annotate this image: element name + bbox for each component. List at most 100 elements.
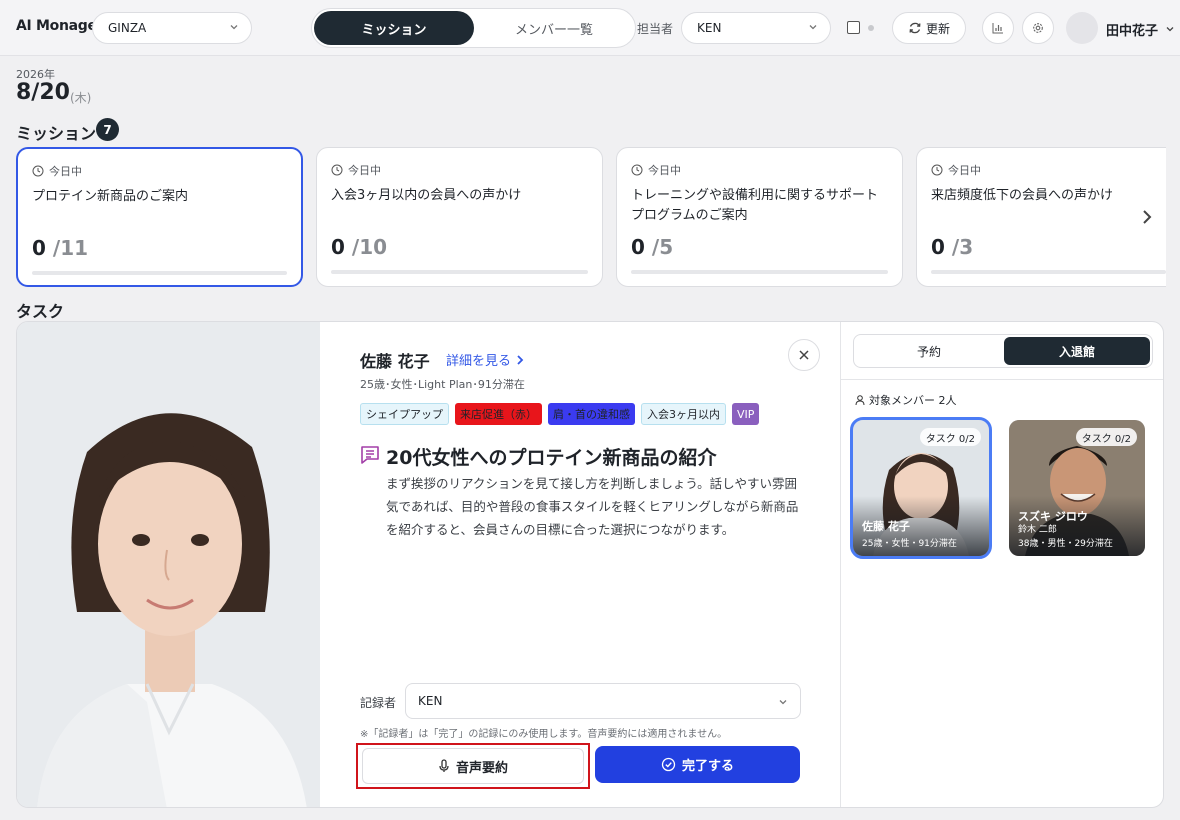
- complete-label: 完了する: [681, 759, 734, 774]
- refresh-label: 更新: [925, 21, 950, 36]
- bar-chart-icon: [992, 23, 1003, 34]
- mission-status-label: 今日中: [648, 164, 681, 177]
- mission-done-count: 0: [331, 235, 345, 259]
- mission-done-count: 0: [631, 235, 645, 259]
- mission-progress-bar: [931, 270, 1166, 274]
- divider: [841, 379, 1163, 380]
- mission-progress: 0 /3: [931, 235, 973, 259]
- task-heading: タスク: [16, 302, 65, 321]
- mission-card[interactable]: 今日中 入会3ヶ月以内の会員への声かけ 0 /10: [316, 147, 603, 287]
- mission-status-label: 今日中: [948, 164, 981, 177]
- member-portrait-image: [17, 322, 320, 807]
- mission-card[interactable]: 今日中 トレーニングや設備利用に関するサポートプログラムのご案内 0 /5: [616, 147, 903, 287]
- view-switcher: ミッション メンバー一覧: [311, 8, 636, 48]
- status-dot: [868, 25, 874, 31]
- mission-status: 今日中: [931, 162, 981, 178]
- tag-visit-promotion: 来店促進（赤）: [455, 403, 542, 425]
- assignee-select[interactable]: KEN: [681, 12, 831, 44]
- mission-total-count: /11: [52, 236, 89, 260]
- member-card-selected[interactable]: タスク 0/2 佐藤 花子 25歳・女性・91分滞在: [850, 417, 992, 559]
- member-card-name: 佐藤 花子: [862, 520, 910, 533]
- tab-reservation[interactable]: 予約: [856, 337, 1002, 365]
- chevron-right-icon[interactable]: [1140, 208, 1154, 226]
- target-members-text: 対象メンバー 2人: [869, 394, 957, 407]
- mission-status-label: 今日中: [49, 165, 82, 178]
- target-members-label: 対象メンバー 2人: [855, 392, 957, 408]
- microphone-icon: [439, 759, 449, 772]
- mission-status-label: 今日中: [348, 164, 381, 177]
- assignee-label: 担当者: [637, 22, 674, 36]
- refresh-icon: [909, 22, 921, 34]
- tag-new-member: 入会3ヶ月以内: [641, 403, 726, 425]
- mission-card[interactable]: 今日中 プロテイン新商品のご案内 0 /11: [16, 147, 303, 287]
- mission-card[interactable]: 今日中 来店頻度低下の会員への声かけ 0 /3: [916, 147, 1166, 287]
- mission-progress-bar: [631, 270, 888, 274]
- tab-missions[interactable]: ミッション: [314, 11, 474, 45]
- clock-icon: [931, 164, 943, 176]
- tag-shoulder-neck: 肩・首の違和感: [548, 403, 635, 425]
- top-bar: AI Monager GINZA ミッション メンバー一覧 担当者 KEN 更新: [0, 0, 1180, 56]
- mission-status: 今日中: [32, 163, 82, 179]
- close-button[interactable]: [788, 339, 820, 371]
- mission-progress: 0 /10: [331, 235, 387, 259]
- mission-progress: 0 /5: [631, 235, 673, 259]
- refresh-button[interactable]: 更新: [892, 12, 966, 44]
- recorder-note: ※「記録者」は「完了」の記録にのみ使用します。音声要約には適用されません。: [360, 729, 728, 740]
- member-card-meta: 38歳・男性・29分滞在: [1018, 539, 1113, 549]
- mission-total-count: /10: [351, 235, 388, 259]
- view-details-link[interactable]: 詳細を見る: [446, 350, 525, 369]
- mission-progress: 0 /11: [32, 236, 88, 260]
- mission-done-count: 0: [32, 236, 46, 260]
- store-select[interactable]: GINZA: [92, 12, 252, 44]
- assignee-select-value: KEN: [697, 21, 722, 35]
- member-photo: [17, 322, 320, 807]
- tab-members[interactable]: メンバー一覧: [474, 11, 634, 45]
- mission-name: プロテイン新商品のご案内: [32, 189, 189, 204]
- missions-heading: ミッション: [16, 124, 97, 143]
- voice-summary-highlight: 音声要約: [356, 743, 590, 789]
- view-details-label: 詳細を見る: [446, 354, 512, 369]
- tag-shape-up: シェイプアップ: [360, 403, 449, 425]
- mission-name: トレーニングや設備利用に関するサポートプログラムのご案内: [631, 188, 879, 223]
- mission-status: 今日中: [331, 162, 381, 178]
- chevron-right-icon: [517, 354, 524, 365]
- settings-button[interactable]: [1022, 12, 1054, 44]
- member-card[interactable]: タスク 0/2 スズキ ジロウ 鈴木 二郎 38歳・男性・29分滞在: [1009, 420, 1145, 556]
- member-task-badge: タスク 0/2: [1075, 428, 1137, 446]
- user-avatar[interactable]: [1066, 12, 1098, 44]
- message-icon: [361, 446, 379, 464]
- voice-summary-label: 音声要約: [455, 760, 508, 776]
- date-day: 8/20: [16, 80, 70, 105]
- member-tags: シェイプアップ 来店促進（赤） 肩・首の違和感 入会3ヶ月以内 VIP: [360, 403, 760, 425]
- clock-icon: [331, 164, 343, 176]
- chevron-down-icon: [230, 25, 238, 30]
- member-task-badge: タスク 0/2: [919, 428, 981, 446]
- missions-count-badge: 7: [96, 118, 119, 141]
- analytics-button[interactable]: [982, 12, 1014, 44]
- mission-progress-bar: [32, 271, 287, 275]
- recorder-select[interactable]: KEN: [405, 683, 801, 719]
- side-tabs: 予約 入退館: [853, 334, 1153, 368]
- voice-summary-button[interactable]: 音声要約: [362, 748, 584, 784]
- mission-name: 入会3ヶ月以内の会員への声かけ: [331, 188, 522, 203]
- gear-icon: [1033, 23, 1043, 33]
- user-name[interactable]: 田中花子: [1106, 20, 1158, 39]
- task-description: まず挨拶のリアクションを見て接し方を判断しましょう。話しやすい雰囲気であれば、目…: [386, 476, 799, 537]
- target-members-panel: 予約 入退館 対象メンバー 2人 タスク 0/2 佐藤 花子 25歳・女性・91…: [840, 322, 1163, 807]
- member-name: 佐藤 花子: [360, 352, 430, 371]
- clock-icon: [631, 164, 643, 176]
- complete-button[interactable]: 完了する: [595, 746, 800, 783]
- check-circle-icon: [661, 757, 676, 772]
- clock-icon: [32, 165, 44, 177]
- member-meta: 25歳･女性･Light Plan･91分滞在: [360, 378, 525, 391]
- mission-done-count: 0: [931, 235, 945, 259]
- mission-total-count: /3: [951, 235, 974, 259]
- member-card-name-kanji: 鈴木 二郎: [1018, 525, 1057, 535]
- tab-checkin[interactable]: 入退館: [1004, 337, 1150, 365]
- member-card-meta: 25歳・女性・91分滞在: [862, 539, 957, 549]
- close-icon: [799, 350, 809, 360]
- chevron-down-icon[interactable]: [1165, 24, 1175, 34]
- mission-name: 来店頻度低下の会員への声かけ: [931, 188, 1114, 203]
- chevron-down-icon: [779, 700, 787, 705]
- filter-checkbox[interactable]: [847, 21, 860, 34]
